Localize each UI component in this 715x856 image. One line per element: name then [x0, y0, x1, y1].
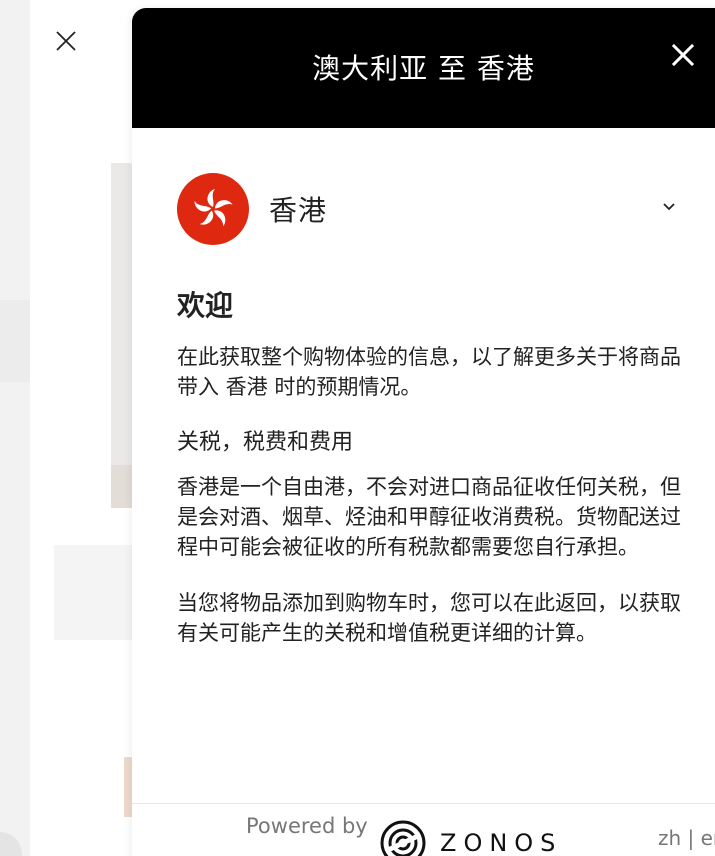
close-icon	[56, 31, 76, 51]
modal-content: 欢迎 在此获取整个购物体验的信息，以了解更多关于将商品带入 香港 时的预期情况。…	[177, 286, 687, 648]
screen: 澳大利亚 至 香港 香港 欢迎 在此获取整个购物体验的信息，以了解更多关于将商品…	[0, 0, 715, 856]
welcome-text: 在此获取整个购物体验的信息，以了解更多关于将商品带入 香港 时的预期情况。	[177, 345, 681, 399]
background-block	[0, 300, 30, 382]
chevron-down-icon[interactable]	[659, 197, 679, 217]
background-left-strip	[0, 0, 30, 856]
return-info-text: 当您将物品添加到购物车时，您可以在此返回，以获取有关可能产生的关税和增值税更详细…	[177, 591, 681, 645]
powered-by-label: Powered by	[246, 814, 368, 838]
duties-heading: 关税，税费和费用	[177, 430, 354, 455]
modal-title: 澳大利亚 至 香港	[312, 52, 535, 85]
country-name: 香港	[269, 194, 328, 227]
language-switcher[interactable]: zh | en	[658, 826, 715, 850]
zonos-logo-icon	[380, 820, 426, 856]
close-icon	[672, 44, 694, 66]
welcome-heading: 欢迎	[177, 289, 234, 322]
country-selector[interactable]: 香港	[177, 173, 687, 245]
hong-kong-flag-icon	[177, 173, 249, 245]
duties-info-modal: 澳大利亚 至 香港 香港 欢迎 在此获取整个购物体验的信息，以了解更多关于将商品…	[132, 8, 715, 856]
background-card	[54, 545, 144, 640]
background-close-button[interactable]	[52, 27, 80, 55]
modal-close-button[interactable]	[668, 40, 698, 70]
modal-footer: Powered by ZONOS zh | en	[132, 803, 715, 856]
modal-header: 澳大利亚 至 香港	[132, 8, 715, 128]
zonos-wordmark: ZONOS	[440, 829, 563, 856]
zonos-logo[interactable]: ZONOS	[380, 820, 562, 856]
duties-text: 香港是一个自由港，不会对进口商品征收任何关税，但是会对酒、烟草、烃油和甲醇征收消…	[177, 475, 681, 559]
